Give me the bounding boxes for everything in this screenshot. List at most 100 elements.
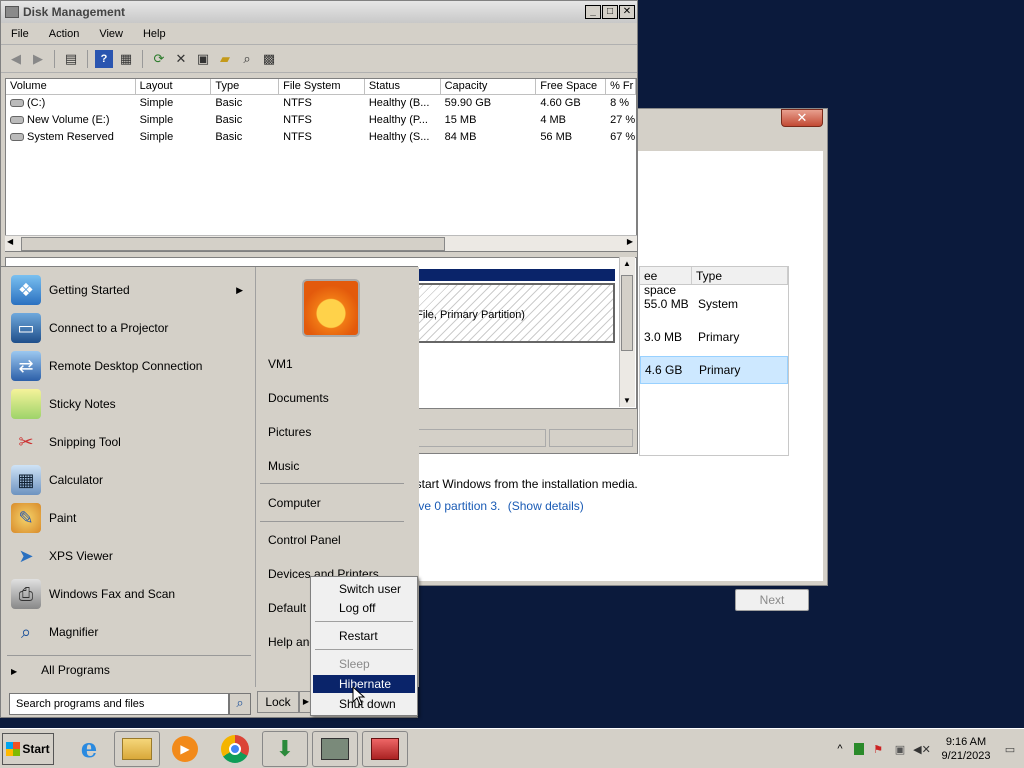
program-sticky-notes[interactable]: Sticky Notes xyxy=(3,385,255,423)
show-hide-tree-icon[interactable]: ▤ xyxy=(62,50,80,68)
column-volume[interactable]: Volume xyxy=(6,79,136,94)
menu-help[interactable]: Help xyxy=(133,28,176,40)
pictures-link[interactable]: Pictures xyxy=(268,425,311,439)
column-layout[interactable]: Layout xyxy=(136,79,212,94)
windows-logo-icon xyxy=(6,742,21,756)
program-xps-viewer[interactable]: ➤ XPS Viewer xyxy=(3,537,255,575)
forward-icon[interactable]: ▶ xyxy=(29,50,47,68)
scroll-up-icon[interactable]: ▲ xyxy=(623,259,631,268)
free-space-cell: 3.0 MB xyxy=(644,330,683,344)
show-desktop-icon[interactable]: ▭ xyxy=(1002,742,1018,756)
partition-label: e File, Primary Partition) xyxy=(407,309,525,321)
menu-file[interactable]: File xyxy=(1,28,39,40)
computer-link[interactable]: Computer xyxy=(268,496,321,510)
table-row-selected[interactable]: 4.6 GB Primary xyxy=(640,356,788,384)
free-space-cell: 4.60 GB xyxy=(540,97,581,109)
action-center-flag-icon[interactable]: ⚑ xyxy=(870,742,886,756)
minimize-button[interactable]: _ xyxy=(585,5,601,19)
program-connect-projector[interactable]: ▭ Connect to a Projector xyxy=(3,309,255,347)
program-fax-scan[interactable]: ⎙ Windows Fax and Scan xyxy=(3,575,255,613)
close-button[interactable]: ✕ xyxy=(619,5,635,19)
type-cell: Basic xyxy=(215,114,243,126)
type-cell: Primary xyxy=(699,363,741,377)
horizontal-scrollbar[interactable]: ◀ ▶ xyxy=(5,235,637,251)
help-icon[interactable]: ? xyxy=(95,49,113,68)
table-row[interactable]: New Volume (E:) Simple Basic NTFS Health… xyxy=(6,112,636,129)
program-label: Sticky Notes xyxy=(49,397,116,411)
menu-action[interactable]: Action xyxy=(39,28,90,40)
menu-view[interactable]: View xyxy=(89,28,133,40)
user-folder-vm1[interactable]: VM1 xyxy=(268,357,293,371)
taskbar-disk-management[interactable] xyxy=(312,731,358,767)
partition-block[interactable]: e File, Primary Partition) xyxy=(405,283,615,343)
column-percent-free[interactable]: % Fr xyxy=(606,79,636,94)
column-free-space[interactable]: ee space xyxy=(640,267,692,297)
taskbar-explorer[interactable] xyxy=(114,731,160,767)
column-free-space[interactable]: Free Space xyxy=(536,79,607,94)
scroll-left-icon[interactable]: ◀ xyxy=(7,237,13,246)
lock-button[interactable]: Lock xyxy=(257,691,299,713)
scroll-right-icon[interactable]: ▶ xyxy=(627,237,633,246)
scrollbar-thumb[interactable] xyxy=(21,237,445,251)
search-button[interactable]: ⌕ xyxy=(229,693,251,715)
control-panel-link[interactable]: Control Panel xyxy=(268,533,341,547)
menu-item-restart[interactable]: Restart xyxy=(313,627,415,645)
column-capacity[interactable]: Capacity xyxy=(441,79,537,94)
close-button[interactable]: ✕ xyxy=(781,109,823,127)
table-row[interactable]: (C:) Simple Basic NTFS Healthy (B... 59.… xyxy=(6,95,636,112)
user-picture[interactable] xyxy=(302,279,360,337)
next-button[interactable]: Next xyxy=(735,589,809,611)
program-getting-started[interactable]: ❖ Getting Started ▶ xyxy=(3,271,255,309)
delete-icon[interactable]: ✕ xyxy=(172,50,190,68)
show-details-link[interactable]: (Show details) xyxy=(508,499,584,513)
taskbar-toolbox[interactable] xyxy=(362,731,408,767)
taskbar-chrome[interactable] xyxy=(212,731,258,767)
menu-item-log-off[interactable]: Log off xyxy=(313,599,415,617)
search-icon[interactable]: ⌕ xyxy=(238,50,256,68)
status-cell: Healthy (S... xyxy=(368,131,430,143)
volume-list-header: Volume Layout Type File System Status Ca… xyxy=(6,79,636,95)
start-button[interactable]: Start xyxy=(2,733,54,765)
documents-link[interactable]: Documents xyxy=(268,391,329,405)
title-bar[interactable]: Disk Management xyxy=(1,1,637,23)
properties-icon[interactable]: ▣ xyxy=(194,50,212,68)
program-label: Getting Started xyxy=(49,283,130,297)
column-type[interactable]: Type xyxy=(692,267,788,284)
volume-name: (C:) xyxy=(27,97,46,109)
clock[interactable]: 9:16 AM 9/21/2023 xyxy=(936,735,996,763)
volume-muted-icon[interactable]: ◀✕ xyxy=(913,742,931,756)
maximize-button[interactable]: □ xyxy=(602,5,618,19)
program-magnifier[interactable]: ⌕ Magnifier xyxy=(3,613,255,651)
scroll-down-icon[interactable]: ▼ xyxy=(623,396,631,405)
search-input[interactable]: Search programs and files xyxy=(9,693,229,715)
music-link[interactable]: Music xyxy=(268,459,299,473)
column-status[interactable]: Status xyxy=(365,79,441,94)
program-paint[interactable]: ✎ Paint xyxy=(3,499,255,537)
help-support-link[interactable]: Help and xyxy=(268,635,316,649)
back-icon[interactable]: ◀ xyxy=(7,50,25,68)
scrollbar-thumb[interactable] xyxy=(621,275,633,351)
taskbar-internet-explorer[interactable]: e xyxy=(66,731,112,767)
column-type[interactable]: Type xyxy=(211,79,280,94)
table-row[interactable]: System Reserved Simple Basic NTFS Health… xyxy=(6,129,636,146)
column-file-system[interactable]: File System xyxy=(279,79,365,94)
table-row[interactable]: 3.0 MB Primary xyxy=(640,323,788,351)
network-status-icon[interactable] xyxy=(854,743,864,755)
all-programs[interactable]: ▶ All Programs xyxy=(11,663,110,677)
show-hidden-icons-chevron[interactable]: ^ xyxy=(832,742,848,756)
properties-list-icon[interactable]: ▦ xyxy=(117,50,135,68)
menu-item-switch-user[interactable]: Switch user xyxy=(313,580,415,598)
toolbar-separator xyxy=(142,49,143,68)
taskbar-setup[interactable]: ⬇ xyxy=(262,731,308,767)
settings-icon[interactable]: ▩ xyxy=(260,50,278,68)
network-disconnected-icon[interactable]: ▣ xyxy=(892,742,908,756)
program-remote-desktop[interactable]: ⇄ Remote Desktop Connection xyxy=(3,347,255,385)
taskbar-media-player[interactable]: ▶ xyxy=(162,731,208,767)
program-label: Connect to a Projector xyxy=(49,321,169,335)
program-calculator[interactable]: ▦ Calculator xyxy=(3,461,255,499)
refresh-icon[interactable]: ⟳ xyxy=(150,50,168,68)
program-snipping-tool[interactable]: ✂ Snipping Tool xyxy=(3,423,255,461)
open-folder-icon[interactable]: ▰ xyxy=(216,50,234,68)
maximize-icon: □ xyxy=(606,6,614,17)
vertical-scrollbar[interactable]: ▲ ▼ xyxy=(619,257,635,407)
